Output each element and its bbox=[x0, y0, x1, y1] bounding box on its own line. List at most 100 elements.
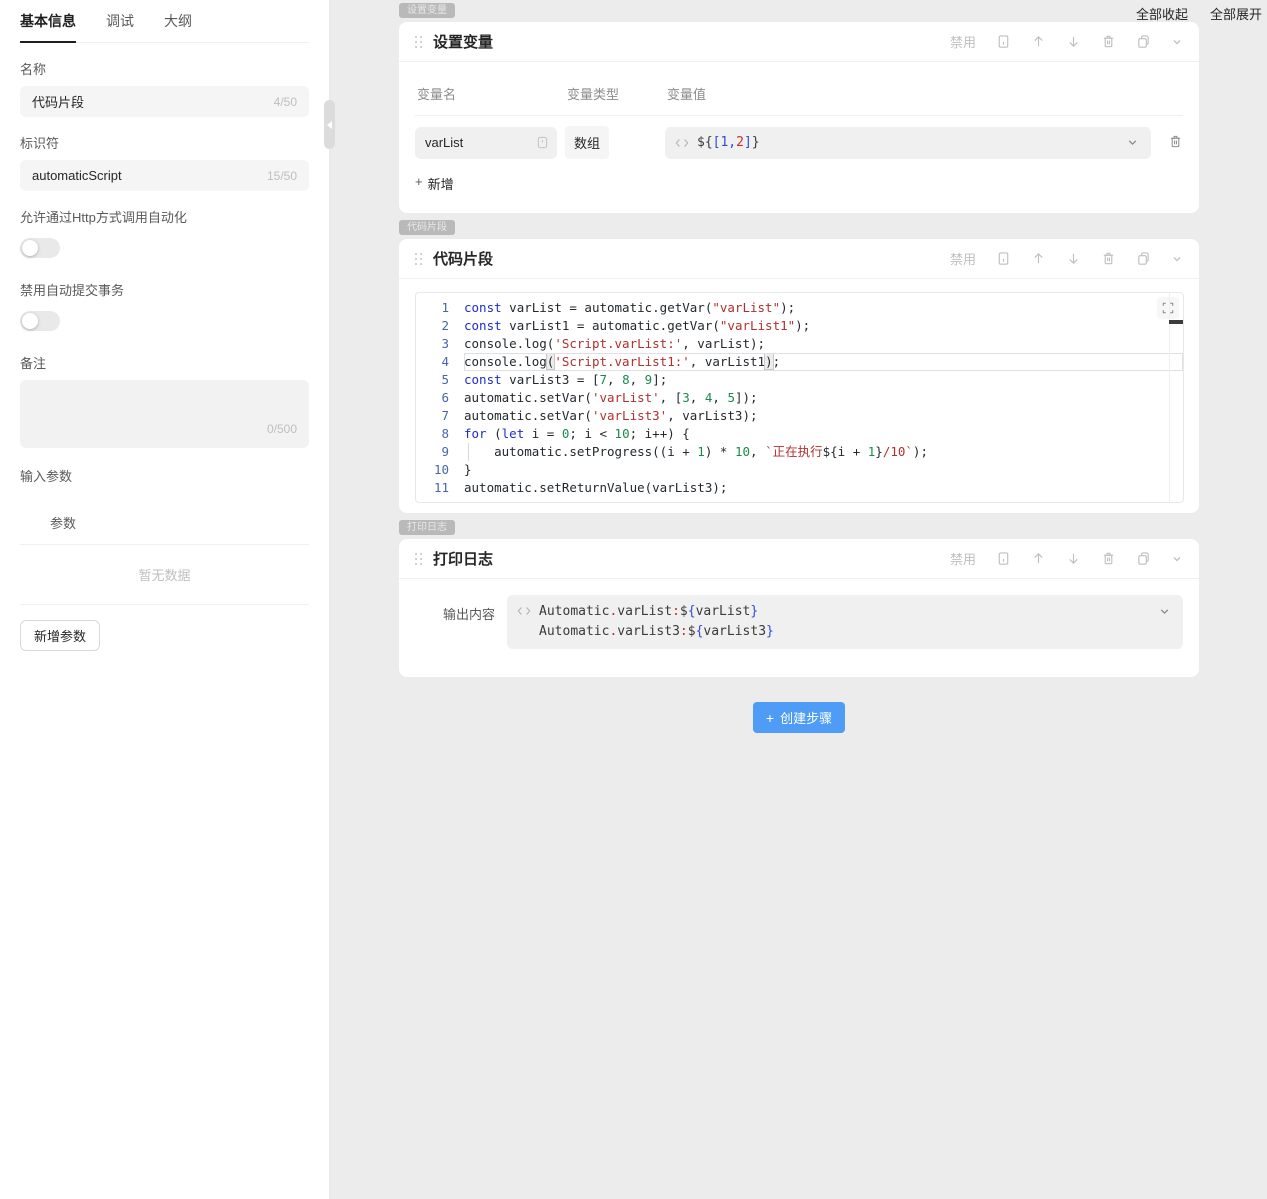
step-type-tag: 代码片段 bbox=[399, 220, 455, 235]
variable-row: varList 数组 ${[1,2]} bbox=[415, 126, 1183, 159]
add-variable-label: 新增 bbox=[428, 174, 454, 193]
column-var-type: 变量类型 bbox=[567, 84, 667, 103]
sidebar-collapse-handle[interactable] bbox=[324, 100, 335, 149]
move-up-icon[interactable] bbox=[1031, 251, 1046, 266]
drag-handle-icon[interactable] bbox=[415, 553, 422, 565]
move-up-icon[interactable] bbox=[1031, 34, 1046, 49]
copy-icon[interactable] bbox=[1136, 251, 1151, 266]
move-up-icon[interactable] bbox=[1031, 551, 1046, 566]
card-header: 打印日志 禁用 bbox=[399, 539, 1199, 579]
top-actions: 全部收起 全部展开 bbox=[1136, 4, 1262, 23]
step-type-tag: 设置变量 bbox=[399, 3, 455, 18]
variable-table-header: 变量名 变量类型 变量值 bbox=[415, 74, 1183, 116]
add-param-button[interactable]: 新增参数 bbox=[20, 620, 100, 651]
tab-outline[interactable]: 大纲 bbox=[164, 11, 192, 42]
delete-row-button[interactable] bbox=[1168, 134, 1183, 152]
variable-icon bbox=[536, 136, 549, 149]
plus-icon: + bbox=[766, 710, 774, 726]
name-counter: 4/50 bbox=[274, 95, 297, 109]
delete-icon[interactable] bbox=[1101, 34, 1116, 49]
card-title: 打印日志 bbox=[433, 548, 493, 569]
disable-step-button[interactable]: 禁用 bbox=[950, 249, 976, 268]
identifier-counter: 15/50 bbox=[267, 169, 297, 183]
name-value: 代码片段 bbox=[32, 92, 84, 111]
card-actions: 禁用 bbox=[950, 549, 1183, 568]
identifier-value: automaticScript bbox=[32, 168, 122, 183]
card-title: 设置变量 bbox=[433, 31, 493, 52]
empty-data-text: 暂无数据 bbox=[20, 545, 309, 605]
output-content-label: 输出内容 bbox=[443, 604, 495, 623]
identifier-label: 标识符 bbox=[20, 133, 309, 152]
copy-icon[interactable] bbox=[1136, 551, 1151, 566]
create-step-button[interactable]: + 创建步骤 bbox=[753, 702, 845, 733]
var-value-text: ${[1,2]} bbox=[697, 135, 760, 150]
create-step-label: 创建步骤 bbox=[780, 708, 832, 727]
param-column-header: 参数 bbox=[20, 503, 309, 545]
move-down-icon[interactable] bbox=[1066, 551, 1081, 566]
sidebar-tabs: 基本信息 调试 大纲 bbox=[20, 0, 309, 43]
editor-scrollbar[interactable] bbox=[1169, 293, 1183, 502]
chevron-down-icon[interactable] bbox=[1158, 605, 1171, 618]
card-header: 代码片段 禁用 bbox=[399, 239, 1199, 279]
move-down-icon[interactable] bbox=[1066, 34, 1081, 49]
card-actions: 禁用 bbox=[950, 249, 1183, 268]
card-header: 设置变量 禁用 bbox=[399, 22, 1199, 62]
delete-icon bbox=[1168, 134, 1183, 149]
drag-handle-icon[interactable] bbox=[415, 36, 422, 48]
output-content-text: Automatic.varList:${varList}Automatic.va… bbox=[539, 602, 774, 642]
chevron-down-icon[interactable] bbox=[1171, 553, 1183, 565]
name-label: 名称 bbox=[20, 59, 309, 78]
document-icon[interactable] bbox=[996, 34, 1011, 49]
step-type-tag: 打印日志 bbox=[399, 520, 455, 535]
document-icon[interactable] bbox=[996, 551, 1011, 566]
scrollbar-thumb[interactable] bbox=[1169, 320, 1183, 324]
var-type-select[interactable]: 数组 bbox=[565, 126, 609, 159]
copy-icon[interactable] bbox=[1136, 34, 1151, 49]
chevron-down-icon[interactable] bbox=[1171, 253, 1183, 265]
input-params-label: 输入参数 bbox=[20, 466, 309, 485]
name-input[interactable]: 代码片段 4/50 bbox=[20, 86, 309, 117]
main-area: 全部收起 全部展开 设置变量 设置变量 禁用 变量名 bbox=[330, 0, 1267, 1199]
card-actions: 禁用 bbox=[950, 32, 1183, 51]
remark-textarea[interactable]: 0/500 bbox=[20, 380, 309, 448]
drag-handle-icon[interactable] bbox=[415, 253, 422, 265]
sidebar: 基本信息 调试 大纲 名称 代码片段 4/50 标识符 automaticScr… bbox=[0, 0, 330, 1199]
disable-step-button[interactable]: 禁用 bbox=[950, 549, 976, 568]
automation-editor: 基本信息 调试 大纲 名称 代码片段 4/50 标识符 automaticScr… bbox=[0, 0, 1267, 1199]
var-name-input[interactable]: varList bbox=[415, 127, 557, 159]
add-variable-button[interactable]: + 新增 bbox=[415, 174, 454, 193]
tab-basic-info[interactable]: 基本信息 bbox=[20, 11, 76, 43]
set-variable-card: 设置变量 禁用 变量名 变量类型 变量值 bbox=[399, 22, 1199, 213]
remark-label: 备注 bbox=[20, 353, 309, 372]
var-name-value: varList bbox=[425, 135, 463, 150]
http-toggle[interactable] bbox=[20, 238, 60, 258]
step-set-variable: 设置变量 设置变量 禁用 变量名 变量类型 变量值 bbox=[399, 0, 1199, 213]
tx-toggle-label: 禁用自动提交事务 bbox=[20, 280, 309, 299]
var-value-input[interactable]: ${[1,2]} bbox=[665, 127, 1151, 159]
column-var-value: 变量值 bbox=[667, 84, 1181, 103]
move-down-icon[interactable] bbox=[1066, 251, 1081, 266]
code-lines: 1const varList = automatic.getVar("varLi… bbox=[416, 299, 1183, 497]
print-log-card: 打印日志 禁用 输出内容 Automatic.varList:${varList… bbox=[399, 539, 1199, 677]
identifier-input[interactable]: automaticScript 15/50 bbox=[20, 160, 309, 191]
plus-icon: + bbox=[415, 174, 423, 193]
step-print-log: 打印日志 打印日志 禁用 输出内容 Automatic.varList:${va… bbox=[399, 517, 1199, 677]
toggle-knob bbox=[22, 240, 38, 256]
column-var-name: 变量名 bbox=[417, 84, 567, 103]
chevron-down-icon[interactable] bbox=[1171, 36, 1183, 48]
chevron-down-icon[interactable] bbox=[1126, 136, 1139, 149]
code-icon bbox=[675, 137, 689, 149]
expand-all-button[interactable]: 全部展开 bbox=[1210, 4, 1262, 23]
output-content-input[interactable]: Automatic.varList:${varList}Automatic.va… bbox=[507, 595, 1183, 649]
tx-toggle[interactable] bbox=[20, 311, 60, 331]
delete-icon[interactable] bbox=[1101, 551, 1116, 566]
disable-step-button[interactable]: 禁用 bbox=[950, 32, 976, 51]
tab-debug[interactable]: 调试 bbox=[106, 11, 134, 42]
collapse-left-icon bbox=[327, 121, 332, 129]
document-icon[interactable] bbox=[996, 251, 1011, 266]
code-snippet-card: 代码片段 禁用 1const varList = automatic.getVa… bbox=[399, 239, 1199, 513]
card-title: 代码片段 bbox=[433, 248, 493, 269]
code-editor[interactable]: 1const varList = automatic.getVar("varLi… bbox=[415, 292, 1184, 503]
delete-icon[interactable] bbox=[1101, 251, 1116, 266]
collapse-all-button[interactable]: 全部收起 bbox=[1136, 4, 1188, 23]
